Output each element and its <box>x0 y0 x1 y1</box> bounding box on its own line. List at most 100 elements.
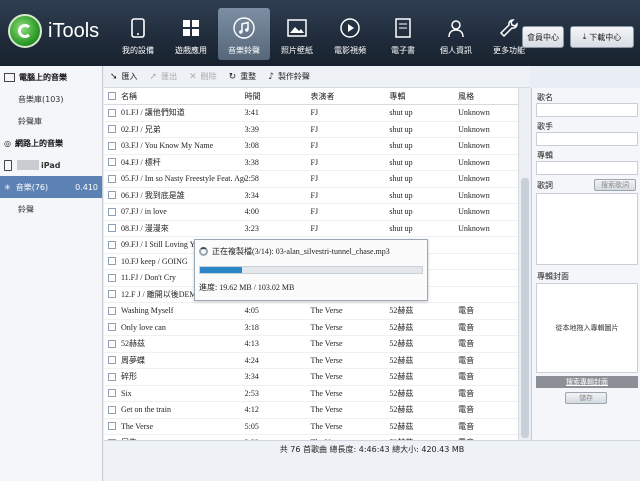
song-name-cell: 碎形 <box>120 372 137 382</box>
table-row[interactable]: 周夢蝶 4:24 The Verse 52赫茲 電音 <box>104 353 518 369</box>
table-row[interactable]: Only love can 3:18 The Verse 52赫茲 電音 <box>104 320 518 336</box>
song-artist-cell: FJ <box>310 223 319 233</box>
delete-x-icon: ✕ <box>189 71 197 82</box>
song-time-cell: 3:34 <box>244 190 259 200</box>
table-scrollbar[interactable] <box>518 88 530 440</box>
song-artist-cell: FJ <box>310 108 319 118</box>
nav-photos[interactable]: 照片壁紙 <box>271 8 323 60</box>
table-row[interactable]: 52赫茲 4:13 The Verse 52赫茲 電音 <box>104 336 518 353</box>
column-header-name[interactable]: 名稱 <box>118 91 245 102</box>
download-center-button[interactable]: ⤓ 下載中心 <box>570 26 634 48</box>
row-checkbox[interactable] <box>106 158 118 167</box>
export-button[interactable]: ➚ 匯出 <box>150 71 178 82</box>
save-button[interactable]: 儲存 <box>565 392 607 404</box>
nav-video[interactable]: 電影視頻 <box>324 8 376 60</box>
table-row[interactable]: 03.FJ / You Know My Name 3:08 FJ shut up Unk… <box>104 138 518 155</box>
row-checkbox[interactable] <box>106 389 118 398</box>
table-row[interactable]: Six 2:53 The Verse 52赫茲 電音 <box>104 386 518 402</box>
row-checkbox[interactable] <box>106 356 118 365</box>
nav-label: 我的設備 <box>122 46 154 55</box>
album-label: 專輯 <box>537 151 553 160</box>
song-name-field[interactable] <box>536 103 638 117</box>
table-row[interactable]: The Verse 5:05 The Verse 52赫茲 電音 <box>104 419 518 435</box>
table-row[interactable]: 01.FJ / 讓他們知道 3:41 FJ shut up Unknown <box>104 105 518 122</box>
song-artist-cell: FJ <box>310 157 319 167</box>
row-checkbox[interactable] <box>106 224 118 233</box>
row-checkbox[interactable] <box>106 273 118 282</box>
lyrics-textarea[interactable] <box>536 193 638 265</box>
itools-logo-icon <box>8 14 42 48</box>
column-header-genre[interactable]: 風格 <box>458 91 518 102</box>
table-row[interactable]: 05.FJ / Im so Nasty Freestyle Feat. Agog… <box>104 171 518 188</box>
nav-ebook[interactable]: 電子書 <box>377 8 429 60</box>
sidebar-item-music-library[interactable]: 音樂庫(103) <box>0 88 102 110</box>
import-label: 匯入 <box>121 72 138 81</box>
phone-icon <box>127 17 149 39</box>
table-row[interactable]: 08.FJ / 漫漫來 3:23 FJ shut up Unknown <box>104 221 518 237</box>
search-album-cover-link[interactable]: 搜索專輯封面 <box>536 376 638 388</box>
refresh-button[interactable]: ↻ 重整 <box>229 71 257 82</box>
row-checkbox[interactable] <box>106 422 118 431</box>
row-checkbox[interactable] <box>106 306 118 315</box>
album-field[interactable] <box>536 161 638 175</box>
row-checkbox[interactable] <box>106 174 118 183</box>
table-row[interactable]: 碎形 3:34 The Verse 52赫茲 電音 <box>104 369 518 386</box>
row-checkbox[interactable] <box>106 372 118 381</box>
song-time-cell: 3:34 <box>244 372 259 382</box>
album-cover-drop-area[interactable]: 從本地拖入專輯圖片 <box>536 283 638 373</box>
table-row[interactable]: Washing Myself 4:05 The Verse 52赫茲 電音 <box>104 303 518 320</box>
online-music-header[interactable]: ◎ 網路上的音樂 <box>0 132 102 154</box>
row-checkbox[interactable] <box>106 405 118 414</box>
row-checkbox[interactable] <box>106 191 118 200</box>
song-album-cell: shut up <box>389 157 413 167</box>
row-checkbox[interactable] <box>106 125 118 134</box>
nav-music[interactable]: 音樂鈴聲 <box>218 8 270 60</box>
device-row[interactable]: iPad <box>0 154 102 176</box>
row-checkbox[interactable] <box>106 108 118 117</box>
row-checkbox[interactable] <box>106 207 118 216</box>
delete-button[interactable]: ✕ 刪除 <box>189 71 217 82</box>
song-album-cell: 52赫茲 <box>389 421 414 431</box>
table-row[interactable]: Get on the train 4:12 The Verse 52赫茲 電音 <box>104 402 518 419</box>
song-name-cell: The Verse <box>120 421 154 431</box>
song-album-cell: 52赫茲 <box>389 372 414 382</box>
scrollbar-thumb[interactable] <box>521 178 529 438</box>
sidebar-item-device-music[interactable]: ✳ 音樂(76) 0.410 <box>0 176 102 198</box>
column-header-time[interactable]: 時間 <box>245 91 311 102</box>
song-name-cell: 05.FJ / Im so Nasty Freestyle Feat. Agog… <box>120 174 245 184</box>
table-row[interactable]: 02.FJ / 兄弟 3:39 FJ shut up Unknown <box>104 122 518 138</box>
nav-apps[interactable]: 遊戲應用 <box>165 8 217 60</box>
song-time-cell: 4:13 <box>244 339 259 349</box>
search-lyrics-button[interactable]: 搜索歌詞 <box>594 179 636 191</box>
column-header-artist[interactable]: 表演者 <box>311 91 390 102</box>
nav-my-device[interactable]: 我的設備 <box>112 8 164 60</box>
music-note-icon <box>233 17 255 39</box>
sidebar-item-device-ringtones[interactable]: 鈴聲 <box>0 198 102 220</box>
song-genre-cell: Unknown <box>458 223 490 233</box>
table-row[interactable]: 06.FJ / 我到底是誰 3:34 FJ shut up Unknown <box>104 188 518 204</box>
song-artist-cell: The Verse <box>310 421 343 431</box>
nav-contacts[interactable]: 個人資訊 <box>430 8 482 60</box>
row-checkbox[interactable] <box>106 257 118 266</box>
member-center-button[interactable]: 會員中心 <box>522 26 564 48</box>
song-artist-cell: The Verse <box>310 306 343 316</box>
song-name-cell: Six <box>120 388 132 398</box>
table-row[interactable]: 07.FJ / in love 4:00 FJ shut up Unknown <box>104 204 518 221</box>
artist-field[interactable] <box>536 132 638 146</box>
row-checkbox[interactable] <box>106 290 118 299</box>
local-music-header: 電腦上的音樂 <box>0 66 102 88</box>
song-genre-cell: 電音 <box>458 339 475 349</box>
download-center-label: 下載中心 <box>589 32 622 42</box>
row-checkbox[interactable] <box>106 141 118 150</box>
sidebar-item-ringtone-library[interactable]: 鈴聲庫 <box>0 110 102 132</box>
sidebar-item-label: 鈴聲庫 <box>18 116 42 126</box>
row-checkbox[interactable] <box>106 240 118 249</box>
select-all-checkbox[interactable] <box>106 92 118 100</box>
row-checkbox[interactable] <box>106 339 118 348</box>
artist-label: 歌手 <box>537 122 553 131</box>
import-button[interactable]: ➘ 匯入 <box>110 71 138 82</box>
row-checkbox[interactable] <box>106 323 118 332</box>
table-row[interactable]: 04.FJ / 標杆 3:38 FJ shut up Unknown <box>104 155 518 171</box>
column-header-album[interactable]: 專輯 <box>389 91 458 102</box>
make-ringtone-button[interactable]: ♪ 製作鈴聲 <box>268 71 310 82</box>
